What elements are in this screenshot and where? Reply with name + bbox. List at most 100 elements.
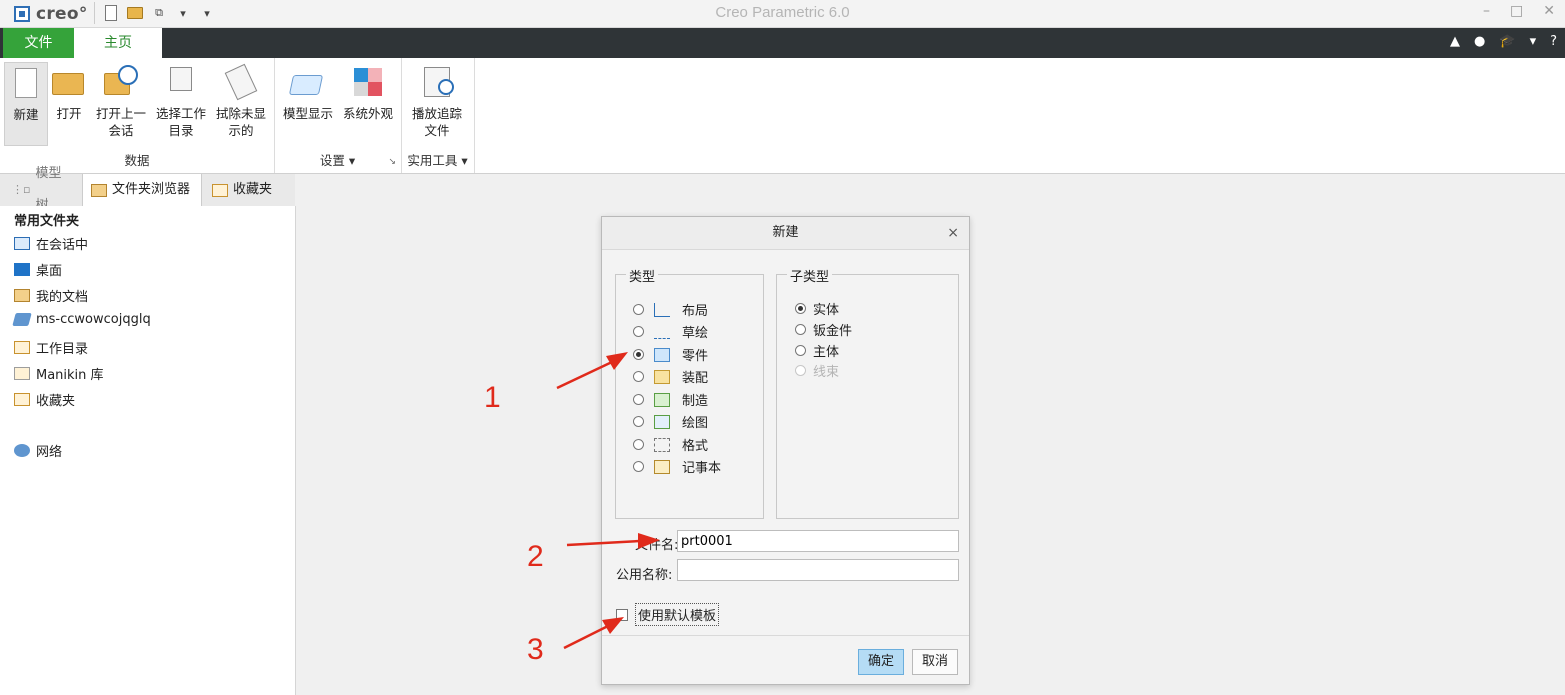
tab-home[interactable]: 主页 [74,28,162,58]
type-radio[interactable] [633,461,644,472]
type-radio[interactable] [633,439,644,450]
folder-item-manikin-library[interactable]: Manikin 库 [14,364,104,383]
help-icon[interactable]: ? [1550,34,1557,49]
tab-favorites[interactable]: 收藏夹 [204,174,294,206]
subtype-option-harness: 线束 [795,361,839,380]
open-button[interactable]: 打开 [50,62,88,122]
folder-item-favorites[interactable]: 收藏夹 [14,390,75,409]
subtype-radio[interactable] [795,324,806,335]
folder-item-label: Manikin 库 [36,368,104,383]
assembly-icon [654,369,670,384]
desktop-icon [14,263,30,276]
system-appearance-label: 系统外观 [342,106,393,121]
type-option-assembly[interactable]: 装配 [633,367,708,386]
options-chevron-icon[interactable]: ▾ [1530,34,1537,49]
cancel-button[interactable]: 取消 [912,649,958,675]
minimize-button[interactable]: – [1483,3,1490,19]
subtype-radio[interactable] [795,345,806,356]
type-label: 记事本 [682,461,722,476]
title-bar: creo° ⧉ ▾ ▾ Creo Parametric 6.0 – □ ✕ [0,0,1565,28]
ribbon-group-utilities-label[interactable]: 实用工具 ▾ [401,150,474,169]
checkbox-box[interactable] [616,608,628,621]
type-label: 制造 [682,394,709,409]
collapse-ribbon-icon[interactable]: ▲ [1450,34,1460,49]
type-radio[interactable] [633,371,644,382]
type-label: 绘图 [682,416,709,431]
new-button[interactable]: 新建 [4,62,48,146]
type-radio-selected[interactable] [633,349,644,360]
subtype-radio-selected[interactable] [795,303,806,314]
common-name-label: 公用名称: [616,568,673,583]
type-radio[interactable] [633,394,644,405]
user-icon[interactable]: ● [1474,34,1485,49]
ribbon: 新建 打开 打开上一 会话 选择工作 目录 拭除未显 示的 数据 模型显示 系统… [0,58,1565,174]
close-window-button[interactable]: ✕ [1543,3,1555,19]
type-label: 零件 [682,349,709,364]
folder-item-desktop[interactable]: 桌面 [14,260,62,279]
open-last-session-button[interactable]: 打开上一 会话 [92,62,150,139]
new-button-label: 新建 [13,107,39,122]
tab-file[interactable]: 文件 [3,28,74,58]
monitor-icon [14,237,30,250]
type-option-notebook[interactable]: 记事本 [633,457,721,476]
folder-item-label: 工作目录 [36,342,89,357]
folder-item-my-documents[interactable]: 我的文档 [14,286,88,305]
library-icon [14,367,30,380]
type-label: 草绘 [682,326,709,341]
folder-item-label: 收藏夹 [36,394,76,409]
type-option-sketch[interactable]: 草绘 [633,322,708,341]
filename-input[interactable] [677,530,959,552]
subtype-radio-disabled [795,365,806,376]
type-option-layout[interactable]: 布局 [633,300,708,319]
tab-folder-browser-label: 文件夹浏览器 [112,182,191,197]
common-name-input[interactable] [677,559,959,581]
folder-item-network[interactable]: 网络 [14,441,62,460]
annotation-label-2: 2 [527,540,544,573]
working-directory-folder-icon [14,341,30,354]
folder-item-computer[interactable]: ms-ccwowcojqglq [12,312,151,327]
settings-group-label: 设置 [319,153,345,168]
erase-not-displayed-button[interactable]: 拭除未显 示的 [212,62,270,139]
subtype-label: 钣金件 [813,324,853,339]
type-radio[interactable] [633,304,644,315]
network-icon [14,444,30,457]
subtype-option-sheetmetal[interactable]: 钣金件 [795,320,852,339]
settings-dialog-launcher-icon[interactable]: ↘ [388,157,396,167]
type-option-part[interactable]: 零件 [633,345,708,364]
select-working-directory-button[interactable]: 选择工作 目录 [152,62,210,139]
folder-browser-panel: 常用文件夹 在会话中 桌面 我的文档 ms-ccwowcojqglq 工作目录 … [0,206,296,695]
folder-item-in-session[interactable]: 在会话中 [14,234,88,253]
utilities-group-label: 实用工具 [407,153,458,168]
model-display-button[interactable]: 模型显示 [278,62,338,122]
folder-item-working-directory[interactable]: 工作目录 [14,338,88,357]
tab-model-tree[interactable]: ⋮▫ 模型树 [4,166,80,213]
dialog-close-button[interactable]: × [947,217,959,249]
new-dialog: 新建 × 类型 布局 草绘 零件 装配 制造 绘图 格式 记事本 子类型 实体 … [601,216,970,685]
play-trail-file-button[interactable]: 播放追踪 文件 [407,62,467,139]
erase-not-displayed-label: 拭除未显 示的 [215,106,266,138]
ribbon-group-settings-label[interactable]: 设置 ▾ [274,150,401,169]
type-option-format[interactable]: 格式 [633,435,708,454]
layout-icon [654,302,670,317]
learning-icon[interactable]: 🎓 [1499,34,1515,49]
system-appearance-button[interactable]: 系统外观 [338,62,398,122]
subtype-label: 主体 [813,345,840,360]
open-last-session-icon [104,65,138,99]
type-label: 装配 [682,371,709,386]
play-trail-file-label: 播放追踪 文件 [411,106,462,138]
subtype-group: 子类型 实体 钣金件 主体 线束 [776,266,959,519]
utilities-dropdown-icon: ▾ [461,153,468,168]
type-radio[interactable] [633,416,644,427]
ok-button[interactable]: 确定 [858,649,904,675]
type-radio[interactable] [633,326,644,337]
subtype-option-body[interactable]: 主体 [795,341,839,360]
use-default-template-checkbox[interactable]: 使用默认模板 [616,603,720,626]
type-option-drawing[interactable]: 绘图 [633,412,708,431]
model-display-icon [288,65,325,99]
subtype-option-solid[interactable]: 实体 [795,299,839,318]
drawing-icon [654,414,670,429]
tab-favorites-label: 收藏夹 [233,182,273,197]
type-option-manufacturing[interactable]: 制造 [633,390,708,409]
tab-folder-browser[interactable]: 文件夹浏览器 [82,174,202,206]
maximize-button[interactable]: □ [1510,3,1523,19]
